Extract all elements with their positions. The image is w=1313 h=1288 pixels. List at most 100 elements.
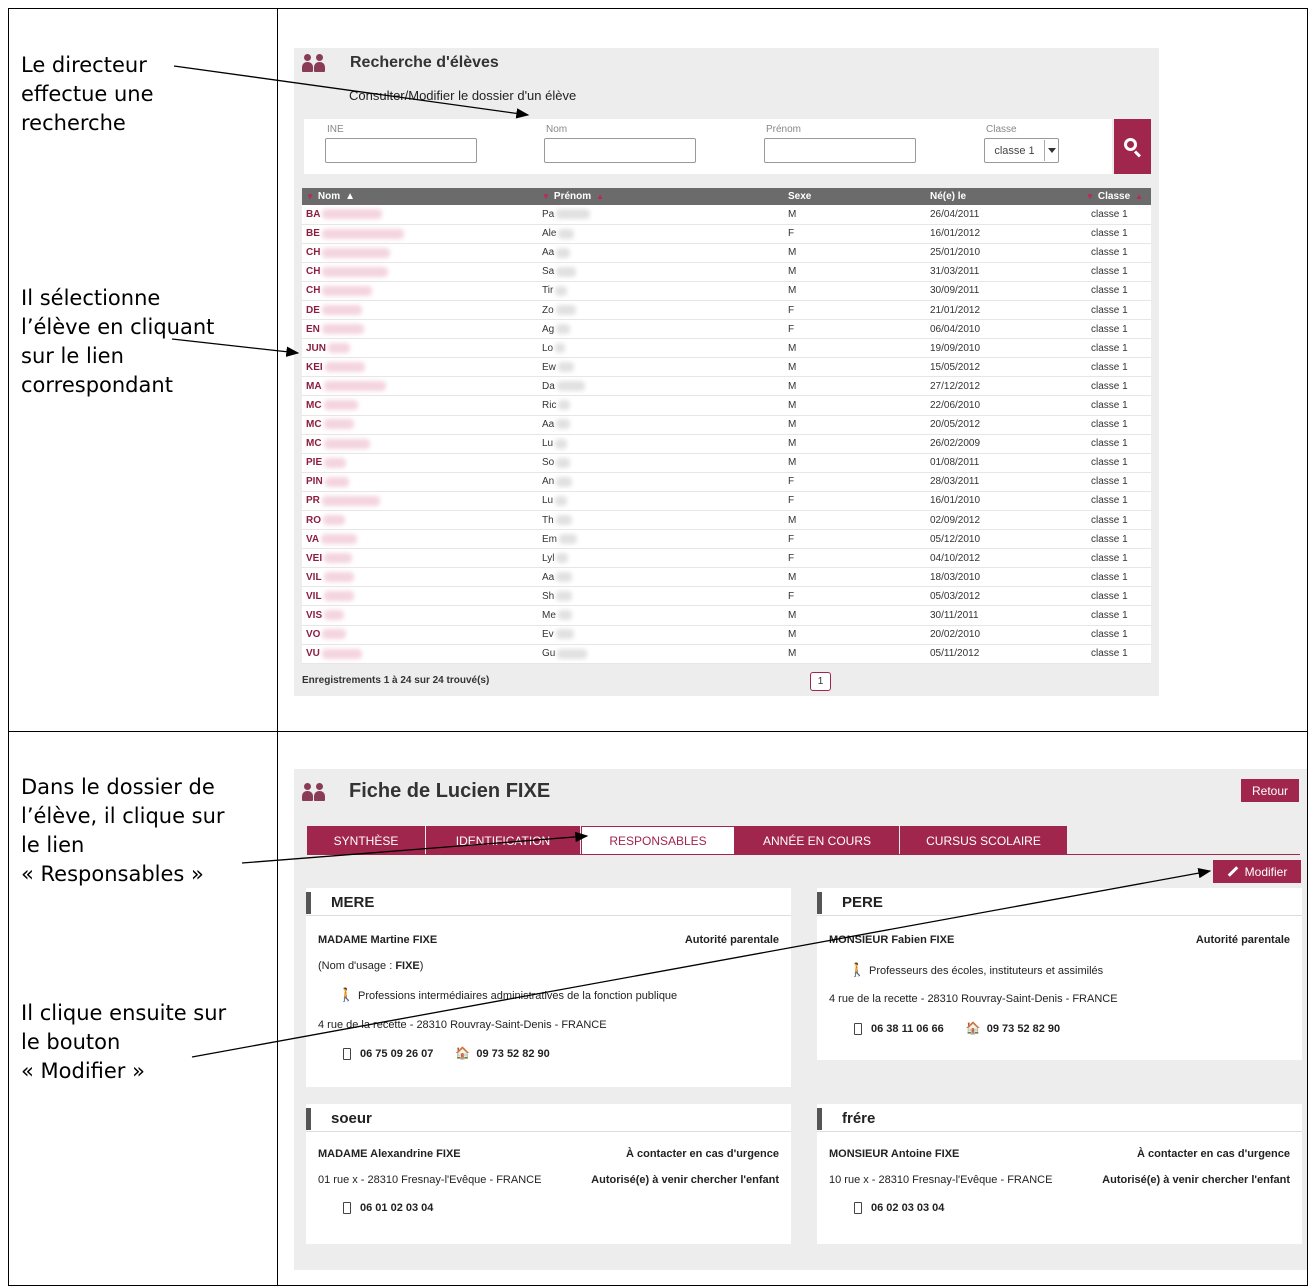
student-name-link[interactable]: VIL [302,567,538,588]
redacted-name [324,457,347,468]
mobile-phone-icon [854,1202,862,1215]
card-header: frére [817,1108,1302,1132]
tab-synthese[interactable]: SYNTHÈSE [307,826,426,855]
student-sex: M [776,453,916,473]
note-line: l’élève en cliquant [21,315,215,339]
mobile-number: 06 75 09 26 07 [360,1048,434,1060]
student-name-link[interactable]: VA [302,529,538,550]
student-name-link[interactable]: MA [302,376,538,397]
search-title: Recherche d'élèves [302,54,499,72]
student-name-link[interactable]: CH [302,262,538,282]
student-name-link[interactable]: PIN [302,472,538,492]
prenom-input[interactable] [764,138,916,163]
student-name-link[interactable]: BA [302,205,538,225]
column-header-prenom[interactable]: ▼ Prénom ▲ [538,188,776,205]
nom-input[interactable] [544,138,696,163]
pagination-page-1[interactable]: 1 [810,672,831,691]
usage-prefix: (Nom d'usage : [318,960,396,972]
student-name-link[interactable]: BE [302,224,538,244]
student-firstname-text: Aa [542,247,555,259]
tab-annee-en-cours[interactable]: ANNÉE EN COURS [735,826,900,855]
student-birthdate: 01/08/2011 [916,453,1046,473]
student-name-link[interactable]: VIL [302,586,538,607]
student-firstname: Aa [538,415,776,435]
redacted-firstname [556,553,569,564]
student-name-text: MA [306,380,322,392]
table-row: RO Th M 02/09/2012 classe 1 [302,510,1151,531]
redacted-firstname [556,476,573,487]
search-button[interactable] [1114,119,1151,174]
modifier-button[interactable]: Modifier [1213,860,1301,883]
redacted-name [328,343,351,354]
student-firstname: So [538,453,776,473]
student-sex: M [776,605,916,626]
student-name-link[interactable]: VIS [302,605,538,626]
student-name-link[interactable]: VU [302,644,538,664]
fiche-title: Fiche de Lucien FIXE [302,780,550,803]
student-class: classe 1 [1046,510,1151,531]
column-header-nom[interactable]: ▼ Nom ▲ [302,188,538,205]
student-name-link[interactable]: JUN [302,338,538,359]
redacted-name [323,419,354,430]
student-firstname-text: Tir [542,285,554,297]
student-firstname: Da [538,376,776,397]
column-header-classe[interactable]: ▼ Classe ▲ [1046,188,1151,205]
student-name-link[interactable]: MC [302,415,538,435]
sort-down-icon: ▼ [542,192,550,201]
student-birthdate: 30/11/2011 [916,605,1046,626]
mobile-number: 06 02 03 03 04 [871,1202,945,1214]
student-class: classe 1 [1046,243,1151,263]
student-name-link[interactable]: KEI [302,357,538,378]
student-name-link[interactable]: VEI [302,548,538,569]
student-name-link[interactable]: RO [302,510,538,531]
student-name-link[interactable]: CH [302,281,538,301]
student-name-link[interactable]: DE [302,300,538,321]
home-icon: 🏠 [455,1046,471,1060]
redacted-firstname [556,323,571,334]
student-firstname: Lo [538,338,776,359]
student-birthdate: 28/03/2011 [916,472,1046,492]
student-name-link[interactable]: CH [302,243,538,263]
redacted-firstname [556,572,573,583]
tab-identification[interactable]: IDENTIFICATION [426,826,581,855]
redacted-firstname [556,419,571,430]
student-birthdate: 31/03/2011 [916,262,1046,282]
student-name-link[interactable]: EN [302,319,538,340]
student-sex: M [776,510,916,531]
retour-button[interactable]: Retour [1241,779,1299,802]
redacted-name [323,591,354,602]
note-line: effectue une [21,82,154,106]
student-sex: M [776,262,916,282]
tab-responsables[interactable]: RESPONSABLES [581,826,735,855]
students-icon [302,782,328,801]
redacted-name [324,610,345,621]
student-name-link[interactable]: PIE [302,453,538,473]
tab-underline [307,854,1300,855]
card-title: MERE [331,894,375,911]
student-class: classe 1 [1046,472,1151,492]
home-icon: 🏠 [965,1021,981,1035]
student-sex: F [776,300,916,321]
student-firstname: Sa [538,262,776,282]
student-firstname-text: Aa [542,419,555,431]
student-class: classe 1 [1046,434,1151,454]
student-firstname: Ag [538,319,776,340]
profession-label: Professions intermédiaires administrativ… [358,990,678,1002]
card-title: frére [842,1110,876,1127]
student-name-link[interactable]: PR [302,491,538,512]
student-birthdate: 19/09/2010 [916,338,1046,359]
redacted-firstname [559,534,577,544]
redacted-name [324,476,349,487]
student-sex: M [776,415,916,435]
table-row: BE Ale F 16/01/2012 classe 1 [302,224,1151,244]
header-label: Prénom [553,191,592,202]
nom-label: Nom [546,124,568,135]
table-row: VEI Lyl F 04/10/2012 classe 1 [302,548,1151,569]
ine-input[interactable] [325,138,477,163]
classe-select[interactable]: classe 1 [984,138,1059,163]
tab-cursus-scolaire[interactable]: CURSUS SCOLAIRE [900,826,1068,855]
student-name-link[interactable]: VO [302,625,538,645]
student-name-link[interactable]: MC [302,434,538,454]
student-name-link[interactable]: MC [302,395,538,416]
student-birthdate: 30/09/2011 [916,281,1046,301]
